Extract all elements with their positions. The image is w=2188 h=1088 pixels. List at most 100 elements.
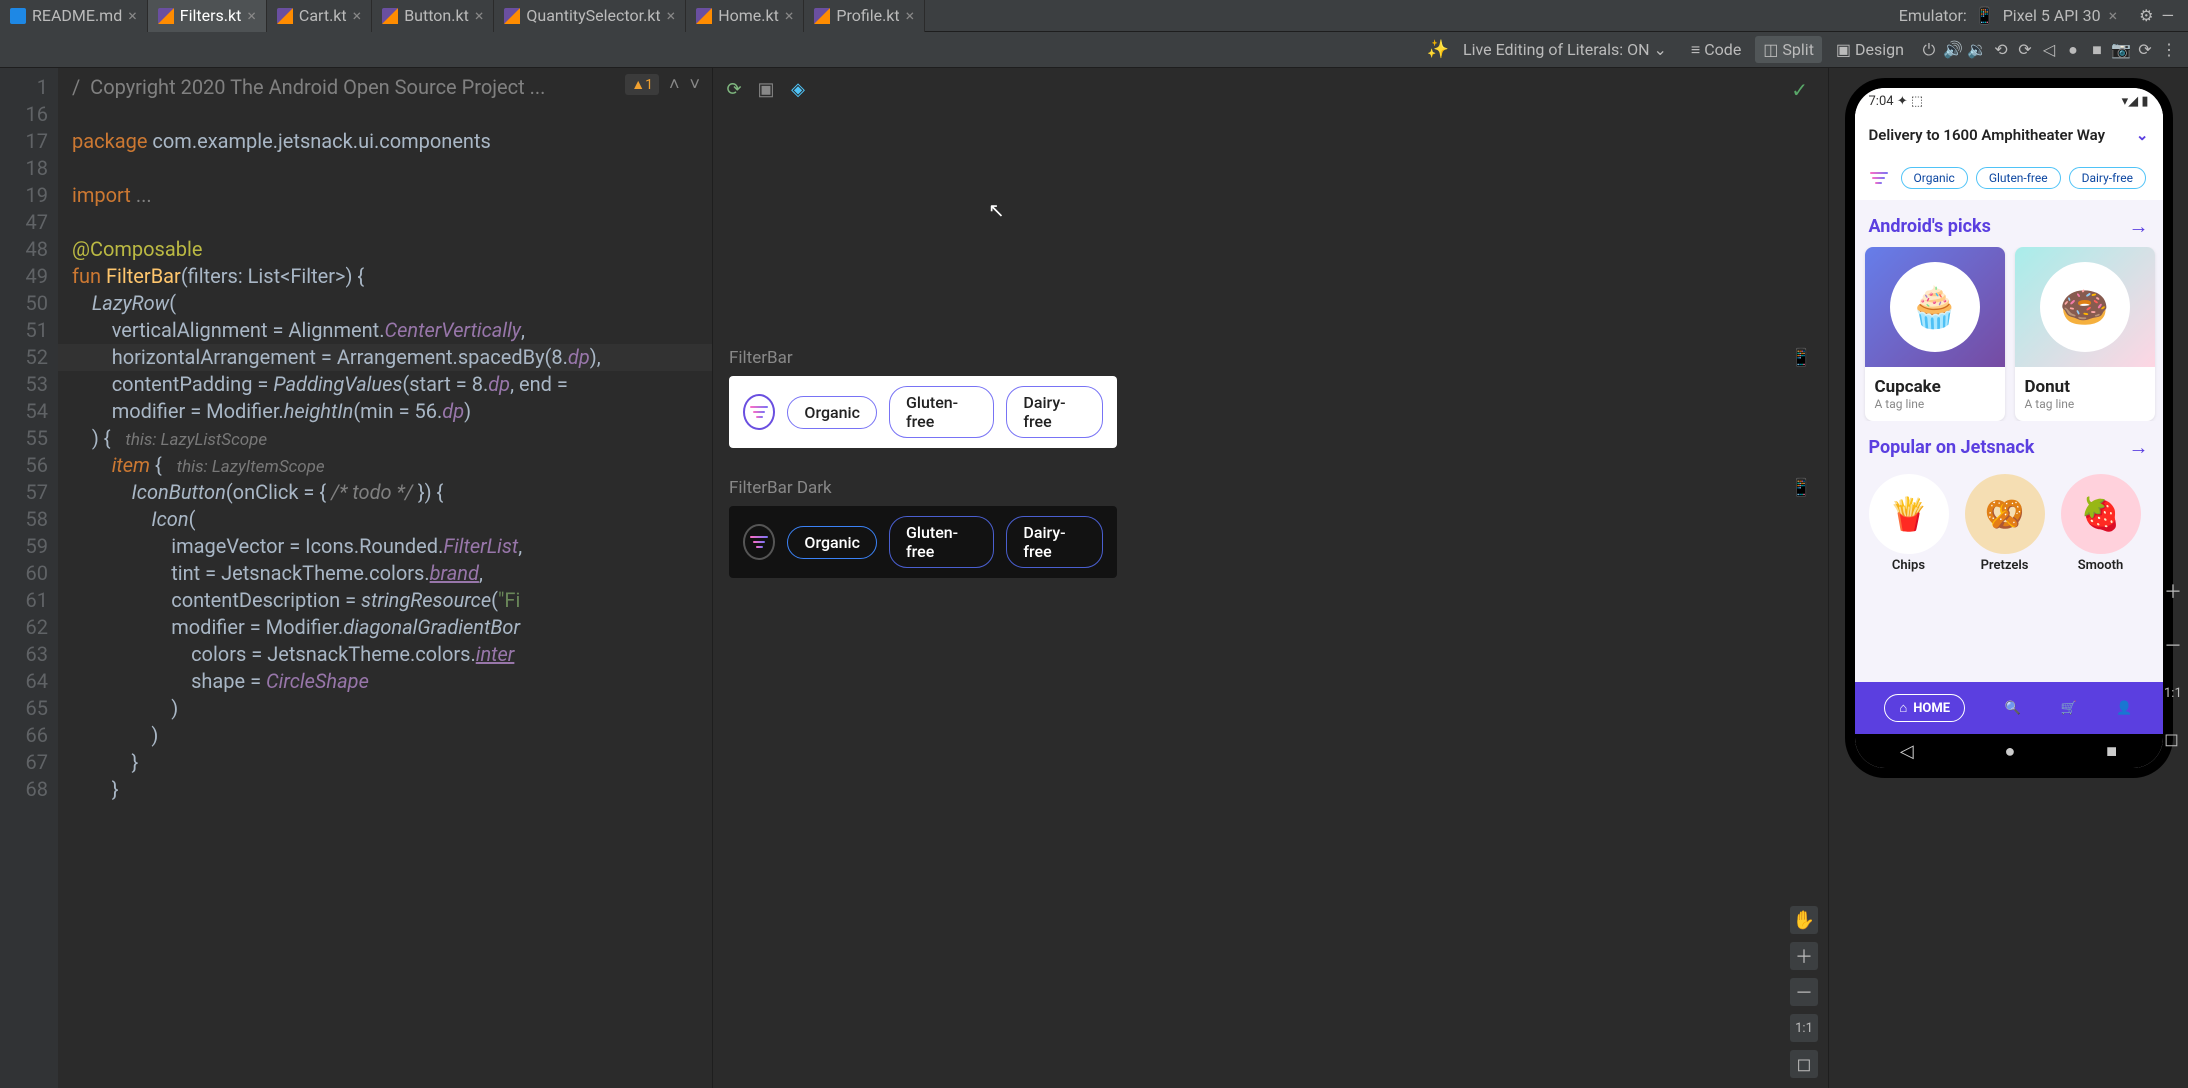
zoom-controls: ✋ ＋ － 1:1 ◻ <box>1790 906 1818 1078</box>
overview-icon[interactable]: ■ <box>2088 41 2106 59</box>
refresh-icon[interactable]: ⟳ <box>723 78 745 100</box>
editor-toolbar: ✨ Live Editing of Literals: ON ⌄ ≡ Code … <box>0 32 2188 68</box>
filterbar-light-preview: Organic Gluten-free Dairy-free <box>729 376 1117 448</box>
nav-home[interactable]: ⌂HOME <box>1884 694 1965 722</box>
close-icon[interactable]: × <box>128 6 137 25</box>
bottom-nav: ⌂HOME 🔍 🛒 👤 <box>1855 682 2163 734</box>
phone-icon: 📱 <box>1975 6 1995 25</box>
nav-cart[interactable]: 🛒 <box>2061 701 2077 716</box>
live-edit-toggle[interactable]: Live Editing of Literals: ON ⌄ <box>1455 36 1675 63</box>
chip[interactable]: Organic <box>1901 167 1968 189</box>
section-title: Popular on Jetsnack <box>1869 437 2035 458</box>
round-row[interactable]: 🍟Chips 🥨 Pretzels 🍓Smooth <box>1855 468 2163 579</box>
pan-icon[interactable]: ✋ <box>1790 906 1818 934</box>
close-icon[interactable]: × <box>906 6 915 25</box>
more-icon[interactable]: ⋮ <box>2160 41 2178 59</box>
zoom-fit-button[interactable]: ◻ <box>1790 1050 1818 1078</box>
close-icon[interactable]: × <box>2109 6 2118 25</box>
snack-card[interactable]: 🍩 DonutA tag line <box>2015 247 2155 421</box>
round-label: Pretzels <box>1981 558 2029 573</box>
code-content[interactable]: / Copyright 2020 The Android Open Source… <box>58 68 712 1088</box>
screenshot-icon[interactable]: 📷 <box>2112 41 2130 59</box>
tab-cart[interactable]: Cart.kt × <box>267 0 372 32</box>
clock: 7:04 <box>1869 94 1894 109</box>
app-filterbar: Organic Gluten-free Dairy-free <box>1855 156 2163 200</box>
cards-row[interactable]: 🧁 CupcakeA tag line 🍩 DonutA tag line <box>1855 247 2163 421</box>
zoom-out-button[interactable]: － <box>2164 632 2182 658</box>
record-icon[interactable]: ⟳ <box>2136 41 2154 59</box>
tab-quantity[interactable]: QuantitySelector.kt × <box>494 0 686 32</box>
profile-icon: 👤 <box>2116 701 2132 716</box>
tab-label: QuantitySelector.kt <box>526 6 660 25</box>
round-item[interactable]: 🥨 Pretzels <box>1965 474 2045 573</box>
view-split-button[interactable]: ◫ Split <box>1755 36 1822 63</box>
tab-filters[interactable]: Filters.kt× <box>148 0 267 32</box>
gear-icon[interactable]: ⚙ <box>2139 6 2153 25</box>
next-highlight-icon[interactable]: ˅ <box>689 74 700 95</box>
view-code-button[interactable]: ≡ Code <box>1683 36 1749 64</box>
close-icon[interactable]: × <box>667 6 676 25</box>
rotate-left-icon[interactable]: ⟲ <box>1992 41 2010 59</box>
arrow-right-icon[interactable]: → <box>2129 214 2149 239</box>
close-icon[interactable]: × <box>475 6 484 25</box>
volume-up-icon[interactable]: 🔊 <box>1944 41 1962 59</box>
sys-back[interactable]: ◁ <box>1900 741 1914 762</box>
nav-profile[interactable]: 👤 <box>2116 701 2132 716</box>
tab-label: Button.kt <box>404 6 469 25</box>
view-design-button[interactable]: ▣ Design <box>1828 36 1912 63</box>
zoom-in-button[interactable]: ＋ <box>2164 578 2182 604</box>
card-title: Cupcake <box>1875 377 1995 397</box>
arrow-right-icon[interactable]: → <box>2129 435 2149 460</box>
interactive-icon[interactable]: ▣ <box>755 78 777 100</box>
delivery-row[interactable]: Delivery to 1600 Amphitheater Way ⌄ <box>1855 114 2163 156</box>
emulator-device: Pixel 5 API 30 <box>2003 6 2101 25</box>
zoom-ratio[interactable]: 1:1 <box>1790 1014 1818 1042</box>
close-icon[interactable]: × <box>353 6 362 25</box>
cart-icon: 🛒 <box>2061 701 2077 716</box>
chip[interactable]: Dairy-free <box>2069 167 2146 189</box>
volume-down-icon[interactable]: 🔉 <box>1968 41 1986 59</box>
filter-icon[interactable] <box>1865 164 1893 192</box>
zoom-ratio[interactable]: 1:1 <box>2164 686 2182 701</box>
power-icon[interactable]: ⏻ <box>1920 41 1938 59</box>
zoom-fit-button[interactable]: ◻ <box>2164 729 2182 750</box>
system-nav: ◁ ● ■ <box>1855 734 2163 768</box>
sys-overview[interactable]: ■ <box>2106 741 2117 762</box>
home-nav-icon[interactable]: ● <box>2064 41 2082 59</box>
tab-home[interactable]: Home.kt× <box>686 0 804 32</box>
filter-icon <box>743 524 775 560</box>
code-editor[interactable]: 1161718194748495051525354555657585960616… <box>0 68 712 1088</box>
round-item[interactable]: 🍓Smooth <box>2061 474 2141 573</box>
close-icon[interactable]: × <box>785 6 794 25</box>
warning-badge[interactable]: ▲1 <box>625 74 659 95</box>
minimize-icon[interactable]: — <box>2162 6 2175 25</box>
tab-profile[interactable]: Profile.kt× <box>804 0 925 32</box>
check-icon: ✓ <box>1791 78 1808 102</box>
layers-icon[interactable]: ◈ <box>787 78 809 100</box>
round-label: Chips <box>1892 558 1925 573</box>
back-icon[interactable]: ◁ <box>2040 41 2058 59</box>
top-bar: README.md× Filters.kt× Cart.kt × Button.k… <box>0 0 2188 32</box>
prev-highlight-icon[interactable]: ˄ <box>669 74 680 95</box>
rotate-right-icon[interactable]: ⟳ <box>2016 41 2034 59</box>
mouse-cursor-icon: ↖ <box>988 198 1005 222</box>
close-icon[interactable]: × <box>247 6 256 25</box>
tab-button[interactable]: Button.kt × <box>372 0 494 32</box>
zoom-out-button[interactable]: － <box>1790 978 1818 1006</box>
snack-image: 🥨 <box>1965 474 2045 554</box>
round-item[interactable]: 🍟Chips <box>1869 474 1949 573</box>
device-frame: 7:04 ✦ ⬚ ▾◢ ▮ Delivery to 1600 Amphithea… <box>1845 78 2173 778</box>
nav-search[interactable]: 🔍 <box>2005 701 2021 716</box>
chip[interactable]: Gluten-free <box>1976 167 2061 189</box>
snack-card[interactable]: 🧁 CupcakeA tag line <box>1865 247 2005 421</box>
device-screen[interactable]: 7:04 ✦ ⬚ ▾◢ ▮ Delivery to 1600 Amphithea… <box>1855 88 2163 768</box>
emulator-selector[interactable]: Emulator: 📱 Pixel 5 API 30 × ⚙ — <box>1885 6 2188 25</box>
device-frame-icon[interactable]: 📱 <box>1791 478 1812 498</box>
kotlin-icon <box>277 8 293 24</box>
zoom-in-button[interactable]: ＋ <box>1790 942 1818 970</box>
tab-readme[interactable]: README.md× <box>0 0 148 32</box>
preview-title: FilterBar Dark <box>729 478 832 498</box>
sys-home[interactable]: ● <box>2005 741 2016 762</box>
device-frame-icon[interactable]: 📱 <box>1791 348 1812 368</box>
tab-label: Cart.kt <box>299 6 347 25</box>
